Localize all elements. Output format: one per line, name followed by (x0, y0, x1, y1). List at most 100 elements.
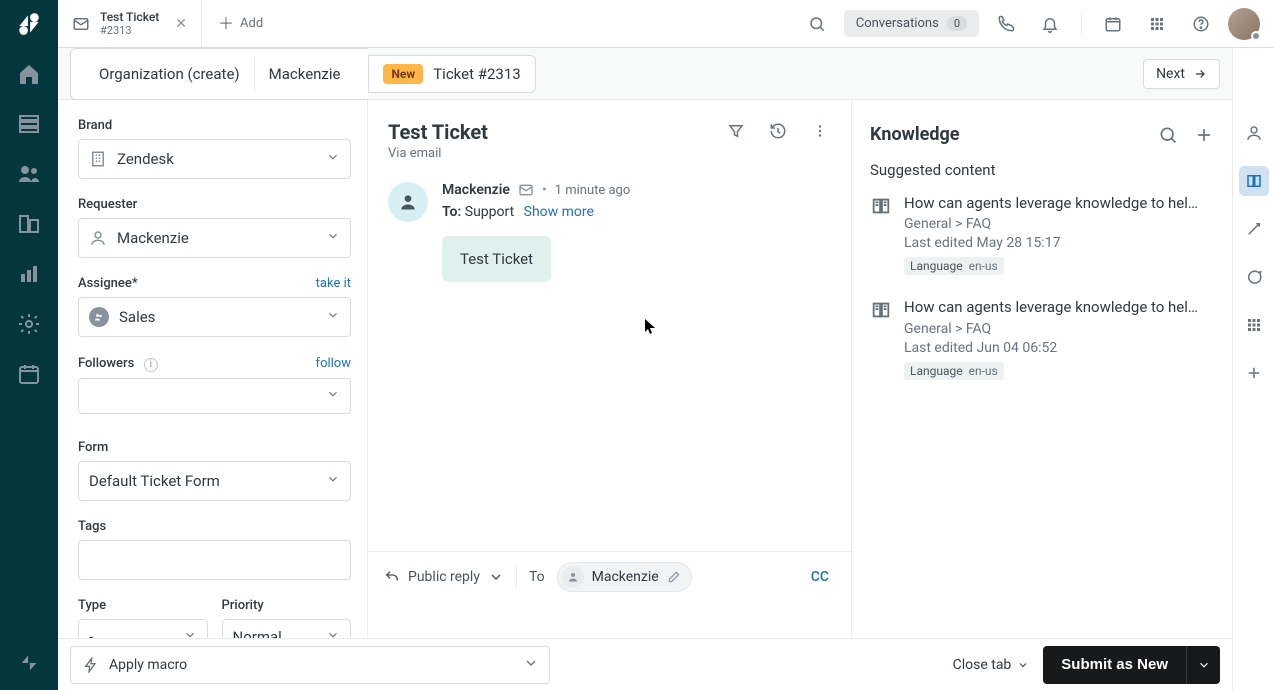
close-tab-label: Close tab (953, 657, 1012, 673)
article-edited: Last edited Jun 04 06:52 (904, 340, 1204, 356)
language-value: en-us (969, 259, 998, 273)
help-icon[interactable] (1184, 7, 1218, 41)
show-more-link[interactable]: Show more (524, 204, 594, 220)
requester-avatar[interactable] (388, 182, 428, 222)
notifications-icon[interactable] (1033, 7, 1067, 41)
knowledge-panel: Knowledge Suggested content How can agen… (852, 100, 1232, 690)
conversation-message: Mackenzie • 1 minute ago To: Support Sho… (368, 170, 851, 294)
tab-close-icon[interactable]: ✕ (175, 16, 187, 32)
tab-title: Test Ticket (100, 10, 159, 24)
knowledge-search-icon[interactable] (1158, 125, 1178, 145)
nav-reporting-icon[interactable] (17, 262, 41, 286)
separator-dot: • (542, 182, 547, 198)
profile-avatar[interactable] (1228, 8, 1260, 40)
knowledge-title: Knowledge (870, 124, 959, 145)
assignee-select[interactable]: Sales (78, 297, 351, 337)
user-icon (89, 229, 107, 247)
form-label: Form (78, 440, 108, 455)
plus-icon: ＋ (218, 16, 234, 32)
brand-select[interactable]: Zendesk (78, 139, 351, 179)
context-knowledge-icon[interactable] (1239, 166, 1269, 196)
footer-bar: Apply macro Close tab Submit as New (58, 638, 1232, 690)
calendar-icon[interactable] (1096, 7, 1130, 41)
left-nav-rail (0, 0, 58, 690)
breadcrumb-ticket[interactable]: New Ticket #2313 (368, 55, 535, 93)
cc-button[interactable]: CC (811, 569, 835, 585)
message-author[interactable]: Mackenzie (442, 182, 510, 198)
context-magic-icon[interactable] (1239, 214, 1269, 244)
composer-to-label: To (529, 569, 545, 585)
apply-macro-select[interactable]: Apply macro (70, 646, 550, 684)
conversations-count: 0 (947, 16, 967, 31)
brand-label: Brand (78, 118, 112, 133)
workspace-tab[interactable]: Test Ticket #2313 ✕ (58, 0, 202, 47)
edit-icon[interactable] (667, 570, 681, 584)
context-chat-icon[interactable] (1239, 262, 1269, 292)
breadcrumb-organization[interactable]: Organization (create) (85, 57, 254, 91)
chevron-down-icon (326, 308, 340, 326)
info-icon[interactable]: i (144, 358, 158, 372)
overflow-icon[interactable] (809, 120, 831, 142)
filter-icon[interactable] (725, 120, 747, 142)
recipient-chip[interactable]: Mackenzie (557, 562, 692, 592)
building-icon (89, 150, 107, 168)
apps-icon[interactable] (1140, 7, 1174, 41)
chevron-down-icon (326, 150, 340, 168)
phone-icon[interactable] (989, 7, 1023, 41)
language-label: Language (910, 259, 963, 273)
nav-customers-icon[interactable] (17, 162, 41, 186)
take-it-link[interactable]: take it (316, 276, 351, 291)
status-badge: New (383, 64, 423, 84)
context-add-icon[interactable] (1239, 358, 1269, 388)
mail-icon (518, 182, 534, 198)
message-to-label: To: (442, 204, 461, 220)
form-value: Default Ticket Form (89, 472, 340, 490)
language-label: Language (910, 364, 963, 378)
next-button[interactable]: Next (1143, 59, 1220, 89)
zendesk-logo[interactable] (0, 0, 58, 48)
article-path: General > FAQ (904, 216, 1204, 232)
right-rail (1232, 48, 1274, 690)
nav-home-icon[interactable] (17, 62, 41, 86)
search-button[interactable] (800, 7, 834, 41)
tab-subtitle: #2313 (100, 24, 159, 37)
ticket-title: Test Ticket (388, 120, 488, 144)
knowledge-subtitle: Suggested content (870, 161, 1214, 179)
article-icon (870, 195, 892, 217)
chevron-down-icon (523, 655, 539, 675)
nav-admin-icon[interactable] (17, 312, 41, 336)
follow-link[interactable]: follow (316, 356, 351, 371)
reply-type-select[interactable]: Public reply (384, 569, 504, 585)
submit-caret-button[interactable] (1186, 646, 1220, 684)
breadcrumb-requester[interactable]: Mackenzie (255, 57, 355, 91)
assignee-label: Assignee* (78, 276, 138, 291)
top-bar: Test Ticket #2313 ✕ ＋ Add Conversations … (58, 0, 1274, 48)
context-user-icon[interactable] (1239, 118, 1269, 148)
submit-button[interactable]: Submit as New (1043, 646, 1186, 684)
nav-calendar-icon[interactable] (17, 362, 41, 386)
context-apps-icon[interactable] (1239, 310, 1269, 340)
chevron-down-icon (326, 472, 340, 490)
form-select[interactable]: Default Ticket Form (78, 461, 351, 501)
add-tab-button[interactable]: ＋ Add (202, 0, 279, 47)
nav-views-icon[interactable] (17, 112, 41, 136)
chevron-down-icon (326, 387, 340, 405)
followers-select[interactable] (78, 378, 351, 414)
nav-zendesk-products-icon[interactable] (18, 652, 40, 690)
knowledge-article[interactable]: How can agents leverage knowledge to hel… (870, 297, 1214, 379)
message-body: Test Ticket (442, 236, 551, 282)
language-value: en-us (969, 364, 998, 378)
knowledge-add-icon[interactable] (1194, 125, 1214, 145)
requester-select[interactable]: Mackenzie (78, 218, 351, 258)
history-icon[interactable] (767, 120, 789, 142)
close-tab-button[interactable]: Close tab (953, 657, 1030, 673)
conversations-button[interactable]: Conversations 0 (844, 10, 979, 37)
tags-input[interactable] (78, 540, 351, 580)
brand-value: Zendesk (117, 150, 340, 168)
nav-organizations-icon[interactable] (17, 212, 41, 236)
reply-type-label: Public reply (408, 569, 480, 585)
knowledge-article[interactable]: How can agents leverage knowledge to hel… (870, 193, 1214, 275)
requester-label: Requester (78, 197, 137, 212)
group-avatar-icon (89, 307, 109, 327)
chevron-down-icon (488, 569, 504, 585)
